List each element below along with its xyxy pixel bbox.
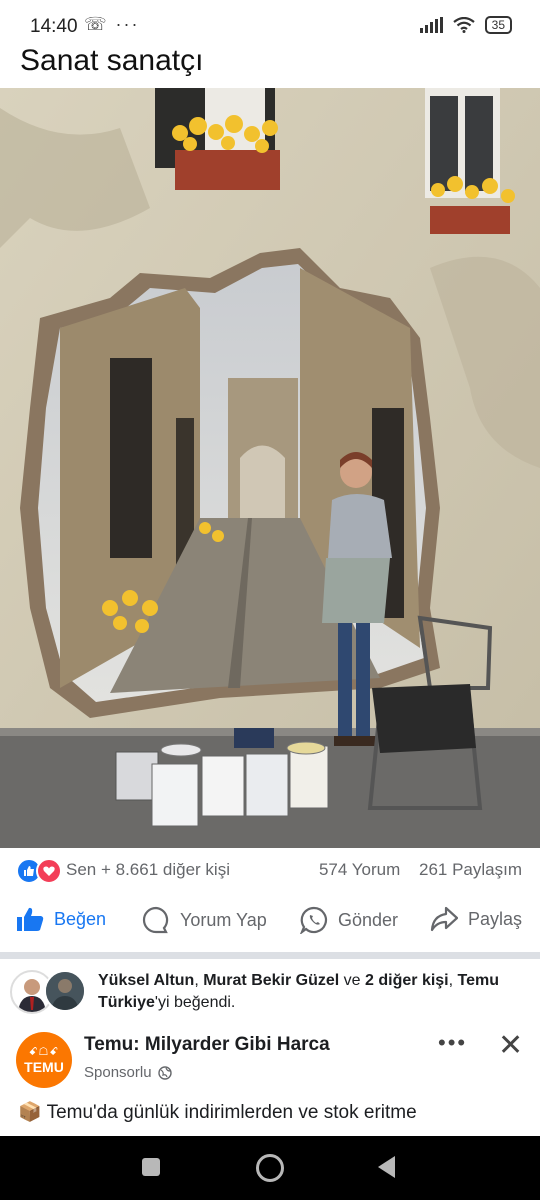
sponsored-label-row: Sponsorlu (84, 1064, 172, 1081)
more-options-button[interactable]: ••• (438, 1030, 467, 1056)
like-label: Beğen (54, 908, 107, 929)
close-icon[interactable]: ✕ (498, 1028, 523, 1063)
avatar[interactable] (44, 970, 86, 1012)
post-photo[interactable] (0, 88, 540, 848)
share-count[interactable]: 261 Paylaşım (419, 860, 522, 879)
comment-count[interactable]: 574 Yorum (319, 860, 400, 879)
send-label: Gönder (338, 909, 399, 930)
signal-icon (419, 17, 443, 33)
battery-icon: 35 (484, 16, 512, 34)
reaction-counts: 574 Yorum 261 Paylaşım (319, 860, 522, 880)
friends-liked-row[interactable]: Yüksel Altun, Murat Bekir Güzel ve 2 diğ… (0, 962, 540, 1024)
wifi-icon (452, 17, 475, 33)
comment-bubble-icon (142, 906, 169, 934)
share-button[interactable]: Paylaş (430, 906, 522, 932)
friend-name[interactable]: Murat Bekir Güzel (203, 972, 339, 989)
sponsored-label[interactable]: Sponsorlu (84, 1064, 152, 1081)
back-button[interactable] (378, 1156, 395, 1178)
send-button[interactable]: Gönder (300, 906, 398, 934)
system-nav-bar (0, 1136, 540, 1200)
share-arrow-icon (430, 906, 458, 932)
love-reaction-icon (36, 858, 62, 884)
share-label: Paylaş (468, 908, 523, 929)
post-actions: Beğen Yorum Yap Gönder Paylaş (0, 900, 540, 946)
reaction-summary[interactable]: Sen + 8.661 diğer kişi (66, 860, 230, 880)
temu-logo[interactable]: ꗃ☖ꗃ TEMU (16, 1032, 72, 1088)
post-title: Sanat sanatçı (20, 44, 204, 77)
feed-separator (0, 952, 540, 959)
recent-apps-button[interactable] (142, 1158, 160, 1176)
others-link[interactable]: 2 diğer kişi (365, 972, 449, 989)
status-right-icons: 35 (419, 16, 512, 34)
sponsor-name[interactable]: Temu: Milyarder Gibi Harca (84, 1034, 330, 1056)
home-button[interactable] (256, 1154, 284, 1182)
more-dots-icon: ··· (115, 14, 140, 34)
sponsored-body-text: 📦 Temu'da günlük indirimlerden ve stok e… (18, 1102, 417, 1123)
reactions-row[interactable]: Sen + 8.661 diğer kişi 574 Yorum 261 Pay… (0, 854, 540, 886)
comment-button[interactable]: Yorum Yap (142, 906, 267, 934)
status-notification-icons: ☏ ··· (84, 14, 140, 35)
like-button[interactable]: Beğen (16, 906, 106, 932)
status-time: 14:40 (30, 16, 78, 37)
reaction-icons (16, 858, 62, 884)
temu-logo-mark: ꗃ☖ꗃ (28, 1046, 60, 1058)
friend-name[interactable]: Yüksel Altun (98, 972, 194, 989)
thumbs-up-icon (17, 907, 44, 931)
temu-logo-text: TEMU (24, 1059, 64, 1075)
comment-label: Yorum Yap (180, 909, 267, 930)
whatsapp-icon (300, 906, 328, 934)
friends-liked-text: Yüksel Altun, Murat Bekir Güzel ve 2 diğ… (98, 972, 499, 1011)
globe-icon (157, 1065, 172, 1080)
missed-call-icon: ☏ (84, 14, 109, 34)
